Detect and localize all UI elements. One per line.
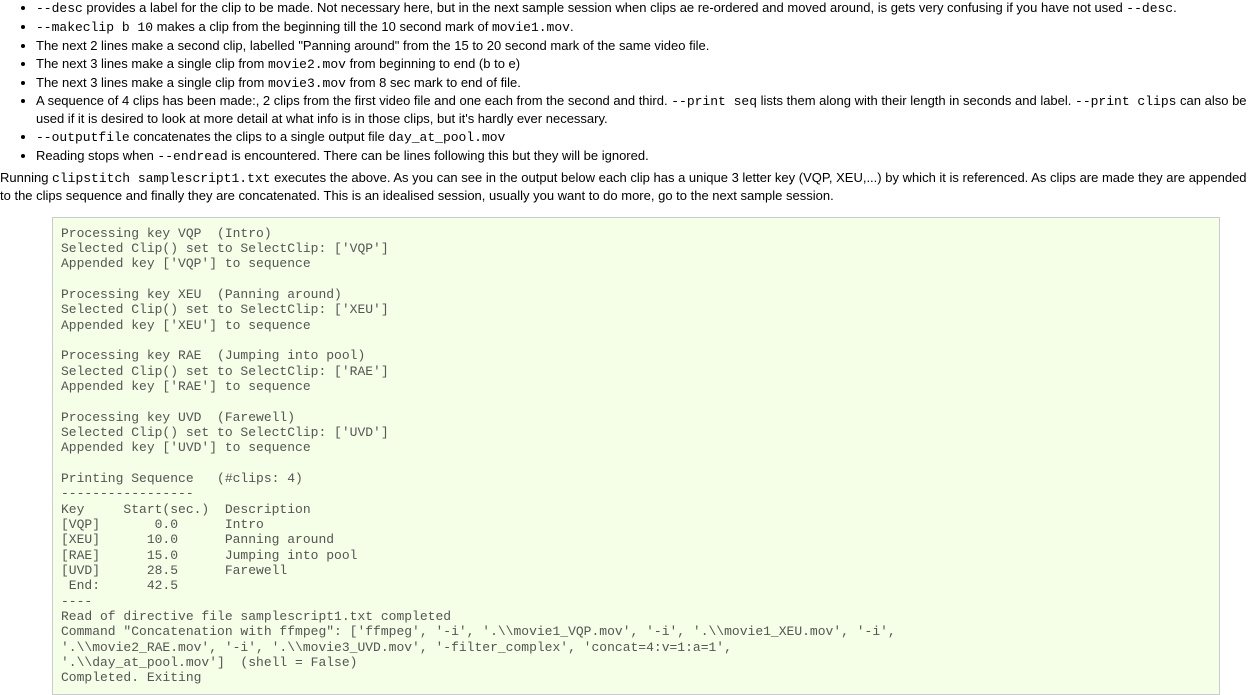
inline-code: --desc xyxy=(1126,1,1173,16)
inline-code: --print seq xyxy=(671,94,757,109)
list-item: --desc provides a label for the clip to … xyxy=(36,0,1252,18)
list-item: The next 2 lines make a second clip, lab… xyxy=(36,38,1252,55)
inline-code: --endread xyxy=(157,149,227,164)
running-paragraph: Running clipstitch samplescript1.txt exe… xyxy=(0,170,1252,205)
list-item: --outputfile concatenates the clips to a… xyxy=(36,129,1252,147)
terminal-output: Processing key VQP (Intro) Selected Clip… xyxy=(52,217,1220,695)
inline-code: movie2.mov xyxy=(268,57,346,72)
inline-code: movie3.mov xyxy=(268,76,346,91)
list-item: Reading stops when --endread is encounte… xyxy=(36,148,1252,166)
list-item: The next 3 lines make a single clip from… xyxy=(36,75,1252,93)
inline-code: --makeclip b 10 xyxy=(36,20,153,35)
list-item: A sequence of 4 clips has been made:, 2 … xyxy=(36,93,1252,128)
inline-code: --outputfile xyxy=(36,130,130,145)
list-item: --makeclip b 10 makes a clip from the be… xyxy=(36,19,1252,37)
inline-code: --print clips xyxy=(1075,94,1176,109)
inline-code: day_at_pool.mov xyxy=(388,130,505,145)
inline-code: movie1.mov xyxy=(492,20,570,35)
inline-code: clipstitch samplescript1.txt xyxy=(52,171,270,186)
bullet-list: --desc provides a label for the clip to … xyxy=(0,0,1252,166)
list-item: The next 3 lines make a single clip from… xyxy=(36,56,1252,74)
inline-code: --desc xyxy=(36,1,83,16)
